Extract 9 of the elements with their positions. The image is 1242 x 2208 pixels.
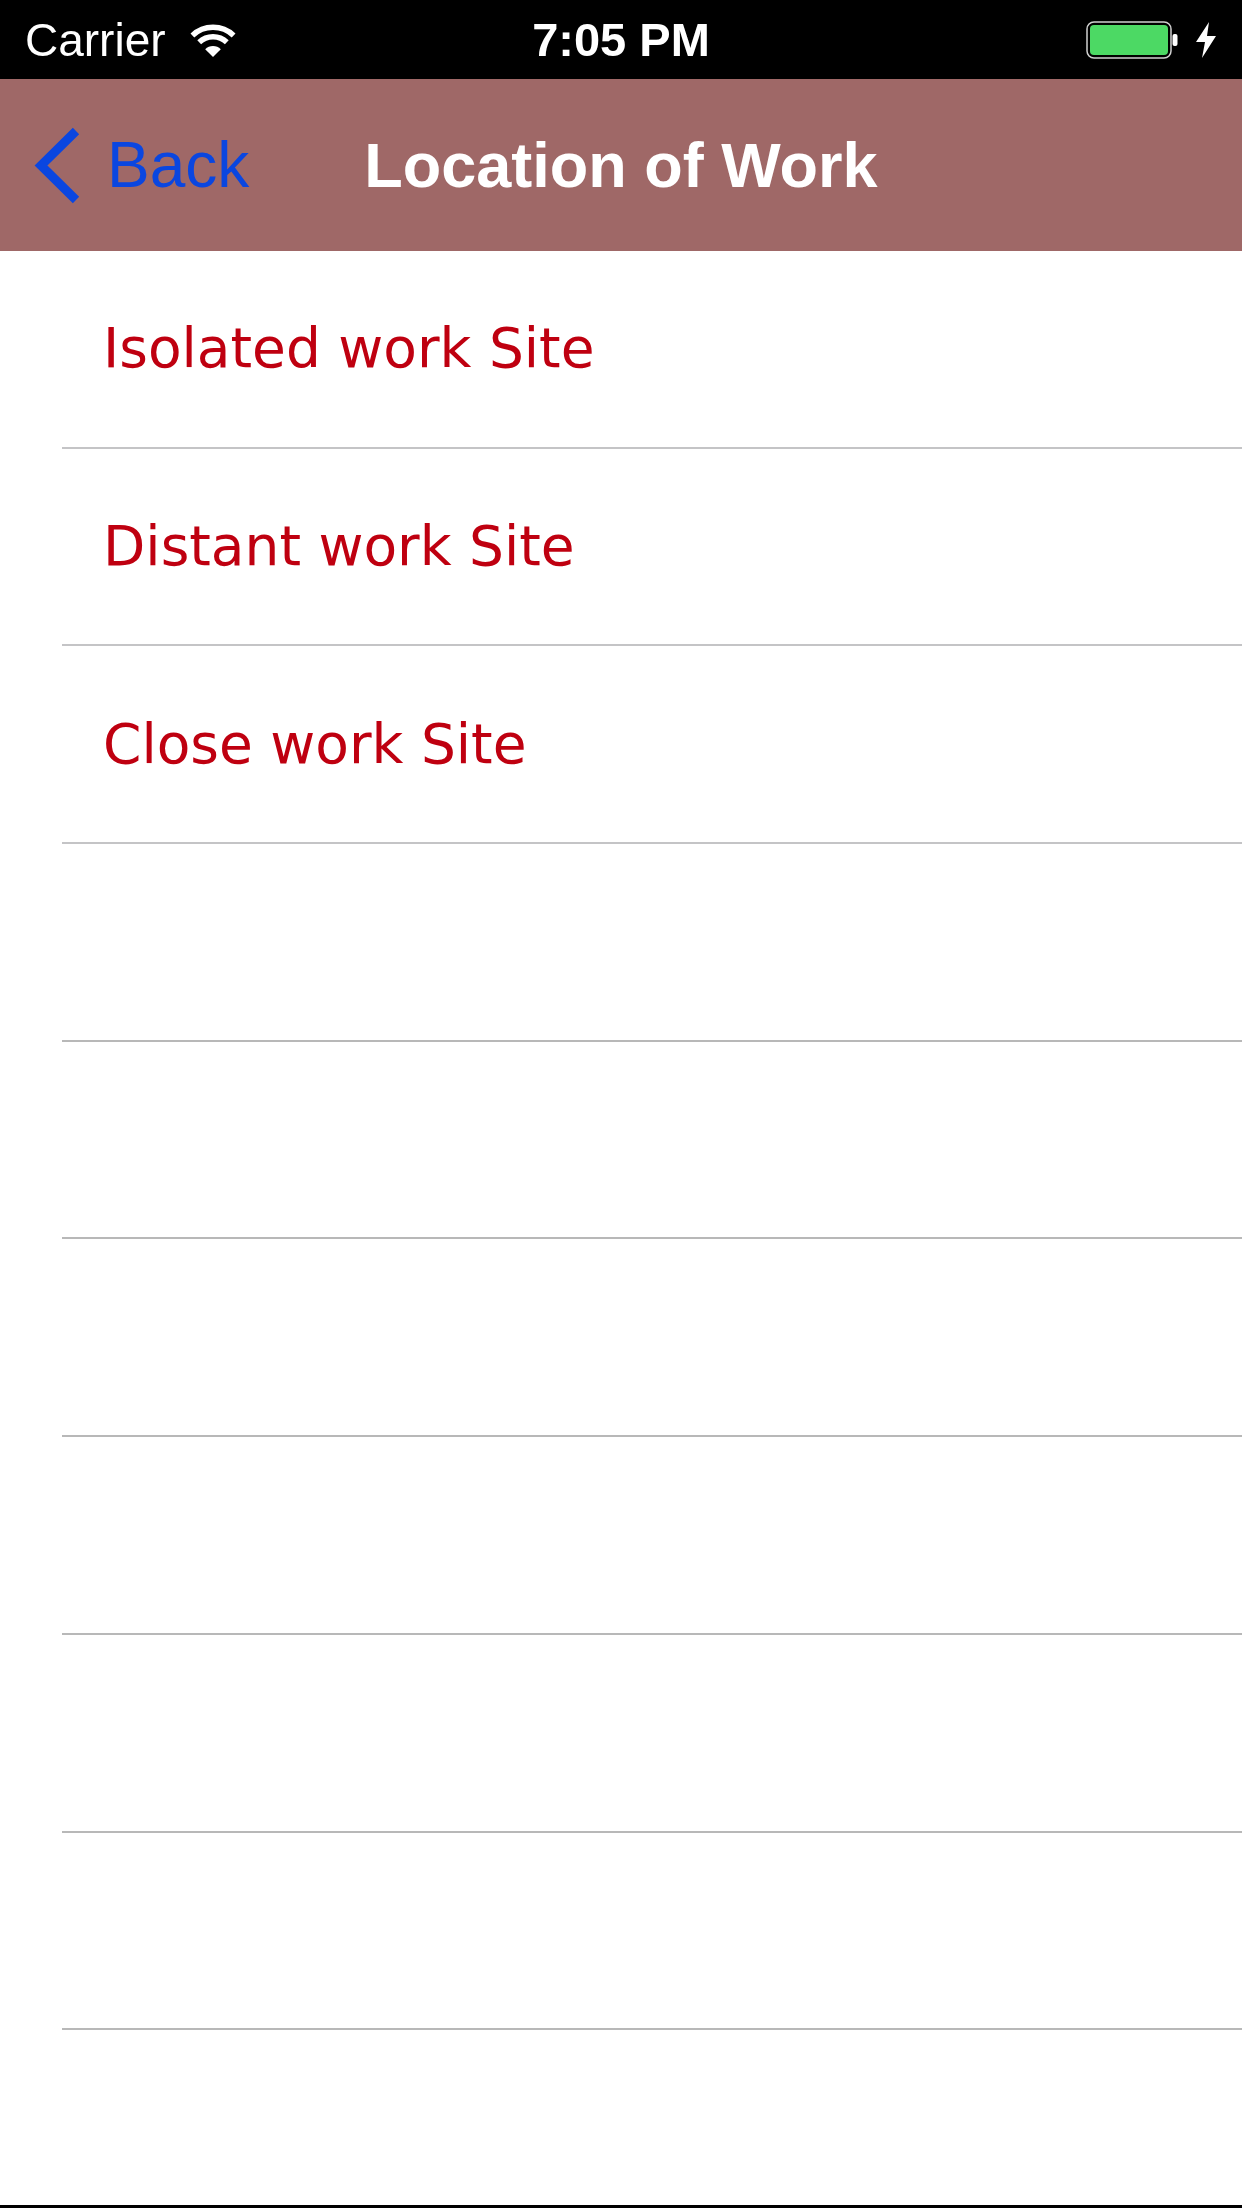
location-option[interactable]: Close work Site (103, 716, 527, 772)
screen-title: Location of Work (364, 133, 878, 197)
location-option[interactable]: Isolated work Site (103, 321, 595, 377)
wifi-icon (189, 21, 236, 58)
location-option[interactable]: Distant work Site (103, 519, 575, 575)
clock-time: 7:05 PM (532, 16, 710, 63)
battery-icon (1086, 20, 1178, 59)
carrier-name: Carrier (25, 16, 166, 63)
charging-bolt-icon (1195, 21, 1217, 58)
